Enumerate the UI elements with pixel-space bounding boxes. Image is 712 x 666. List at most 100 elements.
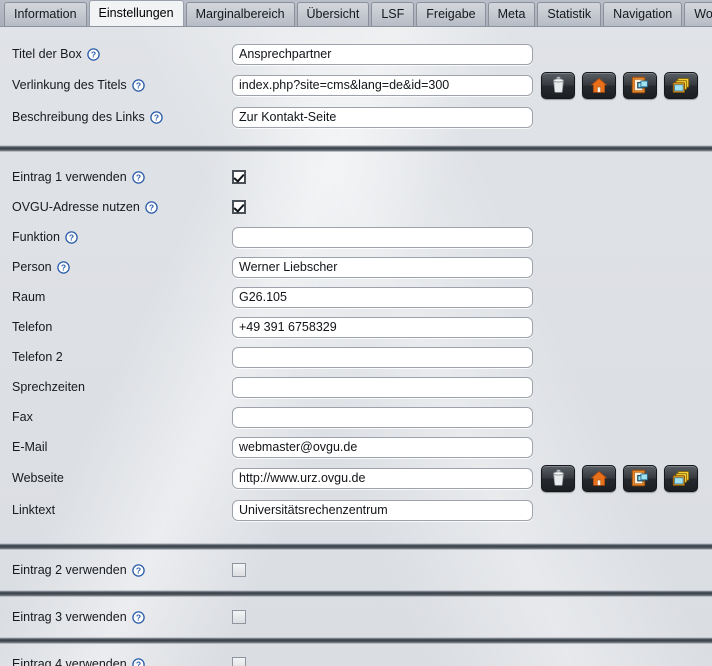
tab-meta[interactable]: Meta xyxy=(487,2,536,26)
tab-marginalbereich[interactable]: Marginalbereich xyxy=(185,2,295,26)
label-text: E-Mail xyxy=(12,440,48,454)
trash-icon xyxy=(550,469,567,487)
eintrag-4-verwenden-checkbox[interactable] xyxy=(232,657,246,666)
label-beschreibung-des-links: Beschreibung des Links ? xyxy=(0,110,232,124)
label-text: Linktext xyxy=(12,503,56,517)
funktion-input[interactable] xyxy=(232,226,533,248)
tab-information[interactable]: Information xyxy=(4,2,87,26)
label-text: Telefon xyxy=(12,320,53,334)
svg-text:?: ? xyxy=(136,612,141,622)
page-link-button[interactable] xyxy=(623,464,657,492)
beschreibung-des-links-input[interactable] xyxy=(232,106,533,128)
svg-text:?: ? xyxy=(69,232,74,242)
label-raum: Raum xyxy=(0,290,232,304)
eintrag-2-verwenden-checkbox[interactable] xyxy=(232,563,246,577)
label-eintrag-1-verwenden: Eintrag 1 verwenden ? xyxy=(0,170,232,184)
page-link-icon xyxy=(631,76,649,94)
window-stack-button[interactable] xyxy=(664,464,698,492)
email-input[interactable] xyxy=(232,436,533,458)
linktext-input[interactable] xyxy=(232,499,533,521)
help-icon[interactable]: ? xyxy=(86,47,100,61)
row-person: Person ? xyxy=(0,252,712,282)
help-icon[interactable]: ? xyxy=(131,170,145,184)
help-icon[interactable]: ? xyxy=(145,200,158,214)
label-text: Eintrag 3 verwenden xyxy=(12,610,127,624)
label-text: Telefon 2 xyxy=(12,350,63,364)
svg-text:?: ? xyxy=(149,202,154,212)
row-sprechzeiten: Sprechzeiten xyxy=(0,372,712,402)
help-icon[interactable]: ? xyxy=(65,230,78,244)
link-action-buttons-top xyxy=(541,71,698,99)
label-linktext: Linktext xyxy=(0,503,232,517)
home-button[interactable] xyxy=(582,464,616,492)
row-eintrag-3-verwenden: Eintrag 3 verwenden ? xyxy=(0,597,712,637)
trash-button[interactable] xyxy=(541,464,575,492)
label-fax: Fax xyxy=(0,410,232,424)
trash-icon xyxy=(550,76,567,94)
tab-einstellungen[interactable]: Einstellungen xyxy=(88,0,184,26)
trash-button[interactable] xyxy=(541,71,575,99)
row-raum: Raum xyxy=(0,282,712,312)
raum-input[interactable] xyxy=(232,286,533,308)
label-text: Eintrag 2 verwenden xyxy=(12,563,127,577)
label-text: Sprechzeiten xyxy=(12,380,85,394)
section-separator-1 xyxy=(0,145,712,152)
label-text: Beschreibung des Links xyxy=(12,110,145,124)
ovgu-adresse-nutzen-checkbox[interactable] xyxy=(232,200,246,214)
link-action-buttons-bottom xyxy=(541,464,698,492)
help-icon[interactable]: ? xyxy=(131,610,145,624)
eintrag-1-verwenden-checkbox[interactable] xyxy=(232,170,246,184)
tab-lsf[interactable]: LSF xyxy=(371,2,415,26)
svg-text:?: ? xyxy=(136,172,141,182)
label-eintrag-3-verwenden: Eintrag 3 verwenden ? xyxy=(0,610,232,624)
tab--bersicht[interactable]: Übersicht xyxy=(296,2,370,26)
label-sprechzeiten: Sprechzeiten xyxy=(0,380,232,394)
help-icon[interactable]: ? xyxy=(131,78,145,92)
tab-bar: Information Einstellungen Marginalbereich Ü… xyxy=(0,0,712,27)
person-input[interactable] xyxy=(232,256,533,278)
help-icon[interactable]: ? xyxy=(149,110,163,124)
row-eintrag-2-verwenden: Eintrag 2 verwenden ? xyxy=(0,550,712,590)
verlinkung-des-titels-input[interactable] xyxy=(232,74,533,96)
label-verlinkung-des-titels: Verlinkung des Titels ? xyxy=(0,78,232,92)
svg-text:?: ? xyxy=(154,112,159,122)
fax-input[interactable] xyxy=(232,406,533,428)
row-webseite: Webseite xyxy=(0,462,712,494)
tab-freigabe[interactable]: Freigabe xyxy=(416,2,486,26)
window-stack-icon xyxy=(672,77,690,94)
row-verlinkung-des-titels: Verlinkung des Titels ? xyxy=(0,69,712,101)
svg-text:?: ? xyxy=(60,262,65,272)
label-text: Eintrag 1 verwenden xyxy=(12,170,127,184)
help-icon[interactable]: ? xyxy=(131,657,145,666)
tab-navigation[interactable]: Navigation xyxy=(603,2,683,26)
svg-text:?: ? xyxy=(136,80,141,90)
label-funktion: Funktion ? xyxy=(0,230,232,244)
label-text: Fax xyxy=(12,410,33,424)
row-ovgu-adresse-nutzen: OVGU-Adresse nutzen ? xyxy=(0,192,712,222)
settings-page: Information Einstellungen Marginalbereich Ü… xyxy=(0,0,712,666)
label-email: E-Mail xyxy=(0,440,232,454)
row-funktion: Funktion ? xyxy=(0,222,712,252)
home-button[interactable] xyxy=(582,71,616,99)
row-eintrag-4-verwenden: Eintrag 4 verwenden ? xyxy=(0,644,712,666)
svg-text:?: ? xyxy=(136,659,141,666)
window-stack-button[interactable] xyxy=(664,71,698,99)
label-text: Eintrag 4 verwenden xyxy=(12,657,127,666)
svg-text:?: ? xyxy=(91,49,96,59)
page-link-button[interactable] xyxy=(623,71,657,99)
row-telefon: Telefon xyxy=(0,312,712,342)
tab-workflow[interactable]: Workflow xyxy=(684,2,712,26)
webseite-input[interactable] xyxy=(232,467,533,489)
help-icon[interactable]: ? xyxy=(131,563,145,577)
telefon-input[interactable] xyxy=(232,316,533,338)
titel-der-box-input[interactable] xyxy=(232,43,533,65)
telefon-2-input[interactable] xyxy=(232,346,533,368)
help-icon[interactable]: ? xyxy=(56,260,70,274)
eintrag-3-verwenden-checkbox[interactable] xyxy=(232,610,246,624)
sprechzeiten-input[interactable] xyxy=(232,376,533,398)
tab-statistik[interactable]: Statistik xyxy=(537,2,602,26)
label-ovgu-adresse-nutzen: OVGU-Adresse nutzen ? xyxy=(0,200,232,214)
label-telefon-2: Telefon 2 xyxy=(0,350,232,364)
